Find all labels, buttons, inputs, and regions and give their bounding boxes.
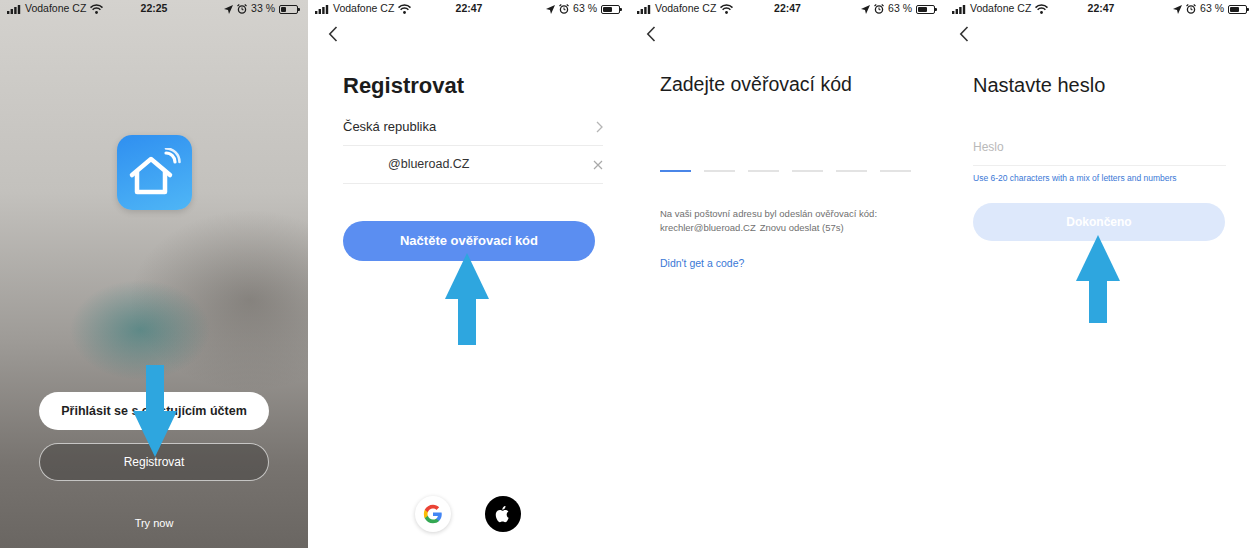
- status-bar: Vodafone CZ 22:47 63 %: [308, 0, 630, 18]
- screen-title: Zadejte ověřovací kód: [660, 72, 925, 96]
- country-name: Česká republika: [343, 117, 436, 137]
- status-bar: Vodafone CZ 22:47 63 %: [945, 0, 1257, 18]
- annotation-arrow-icon: [133, 365, 177, 457]
- get-code-button[interactable]: Načtěte ověřovací kód: [343, 221, 595, 261]
- battery-percent: 33 %: [251, 1, 275, 17]
- carrier-name: Vodafone CZ: [333, 1, 394, 17]
- screen-title: Registrovat: [343, 73, 603, 99]
- alarm-icon: [559, 4, 569, 14]
- login-button[interactable]: Přihlásit se s existujícím účtem: [39, 392, 269, 430]
- battery-icon: [916, 5, 935, 14]
- alarm-icon: [237, 4, 247, 14]
- code-digit-slot[interactable]: [660, 170, 691, 172]
- email-address: krechler@blueroad.CZ: [660, 221, 756, 235]
- code-sent-message: Na vaši poštovní adresu byl odeslán ověř…: [660, 207, 925, 221]
- battery-fill: [281, 7, 286, 12]
- wifi-icon: [1035, 4, 1048, 14]
- clear-icon[interactable]: [593, 160, 603, 170]
- battery-fill: [918, 7, 927, 12]
- signal-icon: [315, 5, 329, 14]
- alarm-icon: [1186, 4, 1196, 14]
- register-screen: Vodafone CZ 22:47 63 % Registrovat Česká rep…: [308, 0, 630, 548]
- clock-time: 22:47: [774, 1, 801, 17]
- code-digit-slot[interactable]: [748, 170, 779, 172]
- back-arrow-icon[interactable]: [959, 26, 969, 42]
- email-row: [343, 146, 603, 184]
- code-digit-slot[interactable]: [880, 170, 911, 172]
- apple-icon[interactable]: [485, 496, 521, 532]
- finish-button[interactable]: Dokončeno: [973, 203, 1225, 241]
- clock-time: 22:25: [141, 1, 168, 17]
- smart-home-app-icon: [117, 135, 192, 210]
- carrier-name: Vodafone CZ: [655, 1, 716, 17]
- location-icon: [546, 5, 555, 14]
- code-digit-slot[interactable]: [704, 170, 735, 172]
- back-arrow-icon[interactable]: [328, 26, 338, 42]
- battery-fill: [1230, 7, 1239, 12]
- location-icon: [224, 5, 233, 14]
- google-icon[interactable]: [415, 496, 451, 532]
- background-photo: Vodafone CZ 22:25 33 %: [0, 0, 308, 18]
- battery-percent: 63 %: [888, 1, 912, 17]
- wifi-icon: [720, 4, 733, 14]
- code-digit-slot[interactable]: [836, 170, 867, 172]
- alarm-icon: [874, 4, 884, 14]
- battery-icon: [1228, 5, 1247, 14]
- password-hint: Use 6-20 characters with a mix of letter…: [973, 172, 1226, 184]
- back-arrow-icon[interactable]: [646, 26, 656, 42]
- carrier-name: Vodafone CZ: [970, 1, 1031, 17]
- status-bar: Vodafone CZ 22:47 63 %: [630, 0, 945, 18]
- code-input[interactable]: [660, 170, 925, 172]
- clock-time: 22:47: [456, 1, 483, 17]
- status-bar: Vodafone CZ 22:25 33 %: [0, 0, 308, 18]
- register-button[interactable]: Registrovat: [39, 443, 269, 481]
- welcome-screen: Vodafone CZ 22:25 33 % Přihlásit se s exist…: [0, 0, 308, 548]
- password-screen: Vodafone CZ 22:47 63 % Nastavte heslo Use 6-…: [945, 0, 1257, 548]
- signal-icon: [952, 5, 966, 14]
- battery-icon: [601, 5, 620, 14]
- location-icon: [861, 5, 870, 14]
- email-input[interactable]: [343, 155, 593, 174]
- password-input[interactable]: [973, 129, 1226, 166]
- screen-title: Nastavte heslo: [973, 73, 1226, 97]
- code-screen: Vodafone CZ 22:47 63 % Zadejte ověřovací kó…: [630, 0, 945, 548]
- clock-time: 22:47: [1088, 1, 1115, 17]
- try-now-link[interactable]: Try now: [135, 514, 174, 532]
- wifi-icon: [398, 4, 411, 14]
- battery-percent: 63 %: [1200, 1, 1224, 17]
- wifi-icon: [90, 4, 103, 14]
- code-digit-slot[interactable]: [792, 170, 823, 172]
- annotation-arrow-icon: [445, 253, 489, 345]
- battery-percent: 63 %: [573, 1, 597, 17]
- resend-countdown[interactable]: Znovu odeslat (57s): [760, 221, 844, 235]
- battery-icon: [279, 5, 298, 14]
- no-code-link[interactable]: Didn't get a code?: [660, 256, 925, 270]
- signal-icon: [7, 5, 21, 14]
- location-icon: [1173, 5, 1182, 14]
- carrier-name: Vodafone CZ: [25, 1, 86, 17]
- signal-icon: [637, 5, 651, 14]
- chevron-right-icon: [596, 121, 603, 133]
- annotation-arrow-icon: [1076, 235, 1120, 323]
- battery-fill: [603, 7, 612, 12]
- country-picker[interactable]: Česká republika: [343, 108, 603, 146]
